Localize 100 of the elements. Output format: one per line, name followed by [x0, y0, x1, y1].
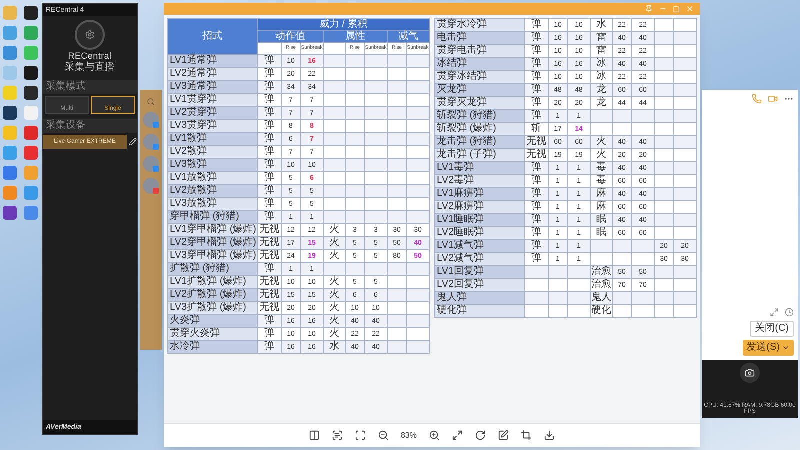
- send-button[interactable]: 发送(S): [742, 340, 794, 356]
- table-cell: 火: [324, 315, 346, 328]
- row-header-cell: LV1麻痹弹: [435, 188, 525, 201]
- table-cell: [365, 107, 388, 120]
- table-cell: [346, 107, 365, 120]
- table-cell: [388, 276, 407, 289]
- edit-icon[interactable]: [498, 430, 509, 441]
- video-call-icon[interactable]: [768, 94, 778, 104]
- table-cell: [346, 263, 365, 276]
- row-header-cell: 穿甲榴弹 (狩猎): [168, 211, 258, 224]
- row-header-cell: LV2散弹: [168, 146, 258, 159]
- text-scan-icon[interactable]: [332, 430, 343, 441]
- contact-avatar[interactable]: [143, 178, 159, 194]
- table-cell: [613, 253, 632, 266]
- table-cell: [365, 211, 388, 224]
- row-header-cell: LV1穿甲榴弹 (爆炸): [168, 224, 258, 237]
- table-cell: [365, 146, 388, 159]
- table-cell: 眠: [591, 227, 613, 240]
- table-cell: [324, 81, 346, 94]
- pin-icon[interactable]: [645, 5, 653, 13]
- table-cell: 弹: [258, 185, 282, 198]
- zoom-out-icon[interactable]: [378, 430, 389, 441]
- table-cell: [346, 185, 365, 198]
- table-cell: [324, 120, 346, 133]
- table-cell: [655, 188, 674, 201]
- table-cell: [655, 58, 674, 71]
- table-cell: 弹: [258, 198, 282, 211]
- desktop-shortcut-icon[interactable]: [24, 86, 38, 100]
- camera-icon[interactable]: [740, 363, 760, 383]
- table-cell: 无视: [258, 250, 282, 263]
- table-cell: [324, 146, 346, 159]
- row-header-cell: LV2通常弹: [168, 68, 258, 81]
- table-cell: [655, 110, 674, 123]
- rotate-icon[interactable]: [475, 430, 486, 441]
- fit-screen-icon[interactable]: [354, 430, 366, 441]
- caret-icon[interactable]: [782, 344, 790, 352]
- table-cell: 麻: [591, 188, 613, 201]
- table-cell: [613, 123, 632, 136]
- row-header-cell: 斩裂弹 (狩猎): [435, 110, 525, 123]
- actual-size-icon[interactable]: [452, 430, 463, 441]
- table-cell: 治愈: [591, 266, 613, 279]
- table-cell: 弹: [258, 133, 282, 146]
- expand-icon[interactable]: [770, 308, 779, 317]
- table-cell: [346, 159, 365, 172]
- crop-icon[interactable]: [521, 430, 532, 441]
- column-header: 动作值: [258, 31, 324, 43]
- table-cell: [407, 328, 430, 341]
- compare-icon[interactable]: [308, 430, 320, 441]
- table-cell: [674, 188, 697, 201]
- phone-icon[interactable]: [752, 94, 762, 104]
- table-cell: [346, 81, 365, 94]
- table-cell: [655, 71, 674, 84]
- row-header-cell: LV2减气弹: [435, 253, 525, 266]
- table-cell: [407, 172, 430, 185]
- table-cell: 弹: [525, 58, 549, 71]
- table-cell: [324, 185, 346, 198]
- table-cell: [674, 45, 697, 58]
- table-cell: 弹: [258, 94, 282, 107]
- table-cell: [365, 81, 388, 94]
- table-cell: [365, 68, 388, 81]
- download-icon[interactable]: [544, 430, 555, 441]
- table-cell: 弹: [525, 175, 549, 188]
- mode-dial-icon[interactable]: [75, 20, 105, 50]
- row-header-cell: 贯穿冰结弹: [435, 71, 525, 84]
- maximize-icon[interactable]: [673, 6, 680, 12]
- table-cell: 弹: [525, 240, 549, 253]
- close-button[interactable]: 关闭(C): [750, 321, 794, 337]
- table-cell: 弹: [258, 120, 282, 133]
- row-header-cell: 硬化弹: [435, 305, 525, 318]
- desktop-shortcut-icon[interactable]: [24, 6, 38, 20]
- row-header-cell: 贯穿灭龙弹: [435, 97, 525, 110]
- table-cell: [388, 328, 407, 341]
- search-icon[interactable]: [147, 98, 155, 106]
- table-cell: [549, 292, 568, 305]
- column-group-header: 威力 / 累积: [258, 19, 430, 31]
- table-cell: [388, 146, 407, 159]
- row-header-cell: LV1睡眠弹: [435, 214, 525, 227]
- table-cell: [365, 263, 388, 276]
- table-cell: [407, 159, 430, 172]
- table-cell: [613, 240, 632, 253]
- desktop-shortcut-icon[interactable]: [3, 106, 17, 120]
- table-cell: [324, 55, 346, 68]
- table-cell: [674, 97, 697, 110]
- table-cell: 毒: [591, 175, 613, 188]
- row-header-cell: 火炎弹: [168, 315, 258, 328]
- table-cell: [655, 201, 674, 214]
- table-cell: 弹: [258, 172, 282, 185]
- row-header-cell: LV1贯穿弹: [168, 94, 258, 107]
- close-icon[interactable]: [686, 5, 694, 13]
- history-icon[interactable]: [785, 308, 794, 317]
- table-cell: 麻: [591, 201, 613, 214]
- desktop-shortcut-icon[interactable]: [24, 66, 38, 80]
- zoom-in-icon[interactable]: [429, 430, 440, 441]
- table-cell: 雷: [591, 32, 613, 45]
- table-cell: [674, 227, 697, 240]
- table-cell: [655, 149, 674, 162]
- table-cell: [674, 136, 697, 149]
- column-header: 属性: [324, 31, 388, 43]
- table-cell: [346, 211, 365, 224]
- table-cell: [525, 279, 549, 292]
